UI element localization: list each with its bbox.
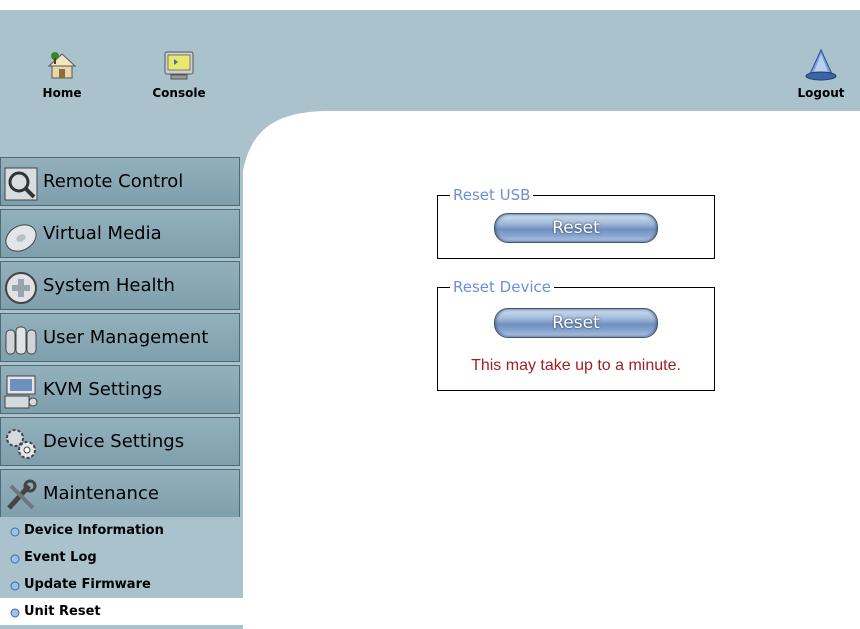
device-settings-icon	[6, 429, 36, 459]
reset-usb-button[interactable]: Reset	[494, 213, 658, 243]
submenu-item-label: Event Log	[24, 550, 97, 565]
sidebar-item-system-health[interactable]: System Health	[0, 261, 240, 310]
kvm-settings-icon	[4, 375, 38, 409]
submenu-item-update-firmware[interactable]: Update Firmware	[0, 571, 243, 598]
console-icon	[164, 51, 194, 80]
submenu-item-label: Unit Reset	[24, 604, 101, 619]
reset-usb-group: Reset USB Reset	[437, 186, 715, 259]
console-button[interactable]: Console	[146, 50, 212, 100]
logout-label: Logout	[797, 86, 845, 100]
home-label: Home	[42, 86, 82, 100]
sidebar-curve	[243, 111, 323, 171]
sidebar-item-maintenance[interactable]: Maintenance	[0, 469, 240, 518]
reset-usb-button-label: Reset	[552, 218, 600, 238]
bullet-icon	[10, 554, 20, 564]
sidebar-item-label: Maintenance	[43, 483, 159, 504]
home-icon	[47, 52, 77, 79]
submenu-item-unit-reset[interactable]: Unit Reset	[0, 598, 243, 625]
remote-control-icon	[4, 167, 38, 201]
sidebar-item-label: Remote Control	[43, 171, 184, 192]
system-health-icon	[5, 272, 37, 304]
sidebar-item-label: Device Settings	[43, 431, 185, 452]
reset-usb-title: Reset USB	[450, 186, 534, 204]
sidebar-item-virtual-media[interactable]: Virtual Media	[0, 209, 240, 258]
bullet-icon	[10, 608, 20, 618]
sidebar-item-label: User Management	[43, 327, 209, 348]
logout-button[interactable]: Logout	[788, 48, 854, 100]
sidebar-item-label: System Health	[43, 275, 175, 296]
sidebar-item-user-management[interactable]: User Management	[0, 313, 240, 362]
console-label: Console	[152, 86, 206, 100]
sidebar-item-device-settings[interactable]: Device Settings	[0, 417, 240, 466]
logout-icon	[805, 48, 837, 81]
maintenance-submenu: Device Information Event Log Update Firm…	[0, 517, 243, 625]
reset-device-button-label: Reset	[552, 313, 600, 333]
submenu-item-device-information[interactable]: Device Information	[0, 517, 243, 544]
top-header: Home Console Logout	[0, 10, 860, 111]
reset-device-title: Reset Device	[450, 278, 554, 296]
reset-device-note: This may take up to a minute.	[471, 357, 681, 374]
user-management-icon	[5, 326, 37, 355]
submenu-item-event-log[interactable]: Event Log	[0, 544, 243, 571]
bullet-icon	[10, 581, 20, 591]
maintenance-icon	[7, 479, 37, 510]
sidebar-item-kvm-settings[interactable]: KVM Settings	[0, 365, 240, 414]
sidebar-item-label: KVM Settings	[43, 379, 163, 400]
bullet-icon	[10, 527, 20, 537]
sidebar-menu: Remote Control Virtual Media System Heal…	[0, 157, 243, 521]
sidebar-item-label: Virtual Media	[43, 223, 162, 244]
sidebar-item-remote-control[interactable]: Remote Control	[0, 157, 240, 206]
submenu-item-label: Device Information	[24, 523, 164, 538]
virtual-media-icon	[5, 224, 37, 252]
reset-device-group: Reset Device Reset This may take up to a…	[437, 278, 715, 391]
submenu-item-label: Update Firmware	[24, 577, 151, 592]
submenu-bottom-border	[0, 625, 243, 629]
home-button[interactable]: Home	[36, 50, 88, 100]
reset-device-button[interactable]: Reset	[494, 308, 658, 338]
